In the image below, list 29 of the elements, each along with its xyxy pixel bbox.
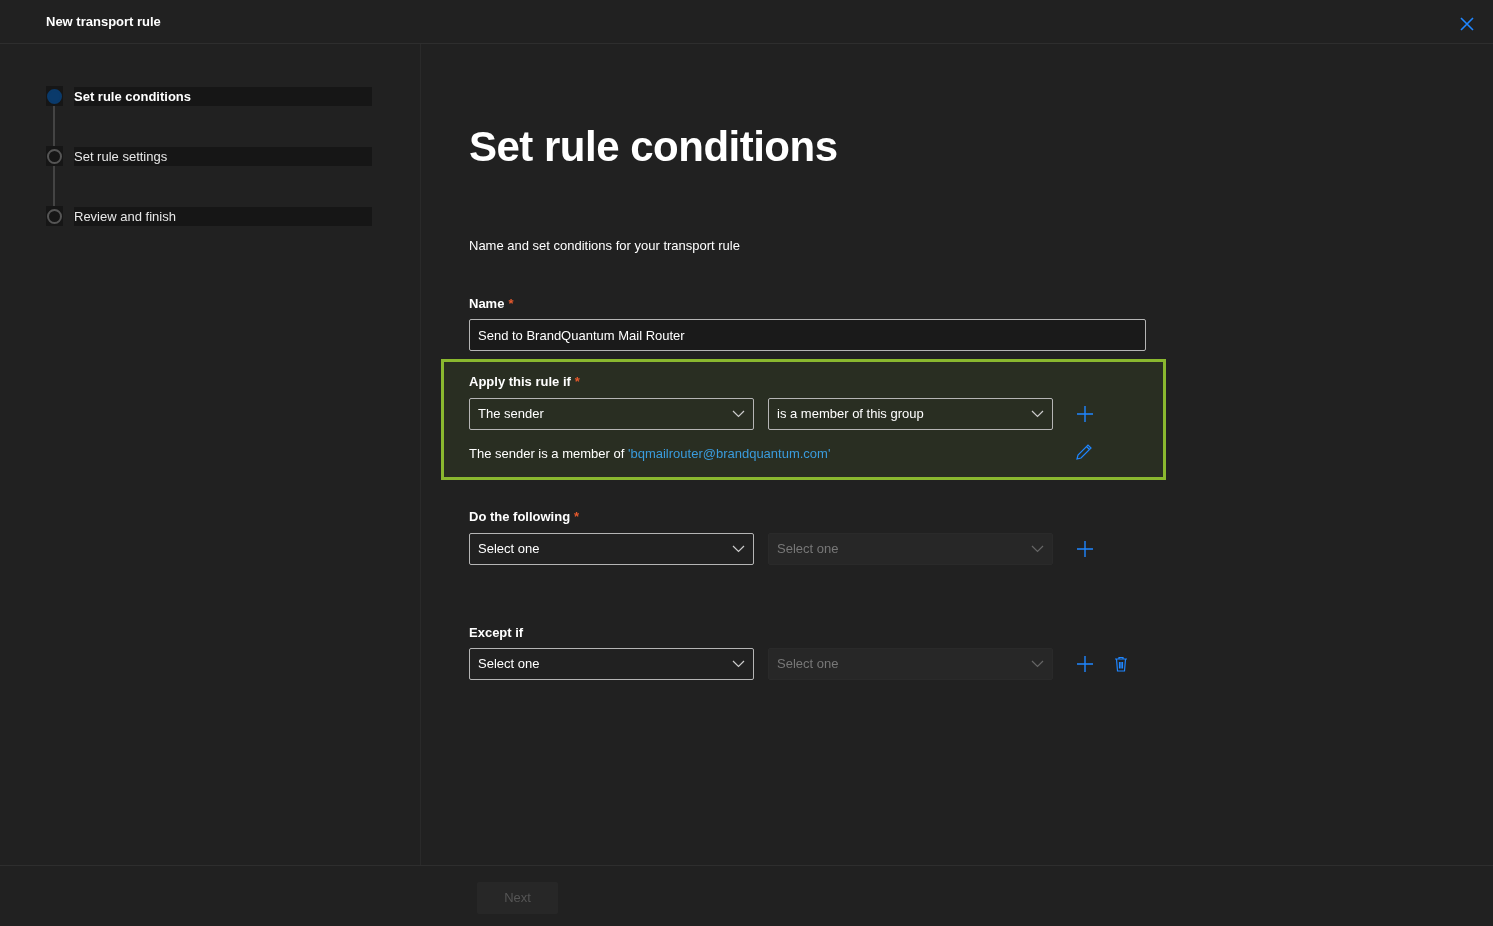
step-label[interactable]: Set rule settings — [74, 146, 372, 166]
page-heading: Set rule conditions — [469, 122, 839, 172]
step-label[interactable]: Review and finish — [74, 206, 372, 226]
field-label: Except if — [469, 623, 524, 642]
chevron-down-icon — [1031, 544, 1044, 553]
step-label[interactable]: Set rule conditions — [74, 86, 372, 106]
chevron-down-icon — [732, 660, 745, 668]
chevron-down-icon — [1031, 409, 1044, 418]
chevron-down-icon — [1031, 660, 1044, 668]
description-text: Name and set conditions for your transport rule — [469, 237, 741, 255]
add-icon[interactable] — [1075, 538, 1095, 559]
add-icon[interactable] — [1075, 654, 1095, 674]
dropdown[interactable]: is a member of this group — [768, 397, 1053, 430]
dropdown[interactable]: Select one — [469, 532, 754, 565]
field-label: Name — [469, 294, 505, 313]
dropdown[interactable]: Select one — [469, 648, 754, 680]
dialog-title: New transport rule — [46, 12, 161, 31]
required-asterisk: * — [574, 508, 580, 526]
chevron-down-icon — [732, 409, 745, 418]
group-link[interactable]: 'bqmailrouter@brandquantum.com' — [627, 445, 831, 461]
field-label: Do the following — [469, 508, 571, 526]
required-asterisk: * — [508, 294, 514, 313]
field-label: Apply this rule if — [469, 373, 571, 391]
chevron-down-icon — [732, 544, 745, 553]
condition-summary: The sender is a member of 'bqmailrouter@brandquantum.com' — [469, 444, 831, 463]
name-input[interactable]: Send to BrandQuantum Mail Router — [469, 319, 1146, 351]
dropdown[interactable]: The sender — [469, 397, 754, 430]
add-icon[interactable] — [1075, 403, 1095, 424]
required-asterisk: * — [574, 373, 580, 391]
